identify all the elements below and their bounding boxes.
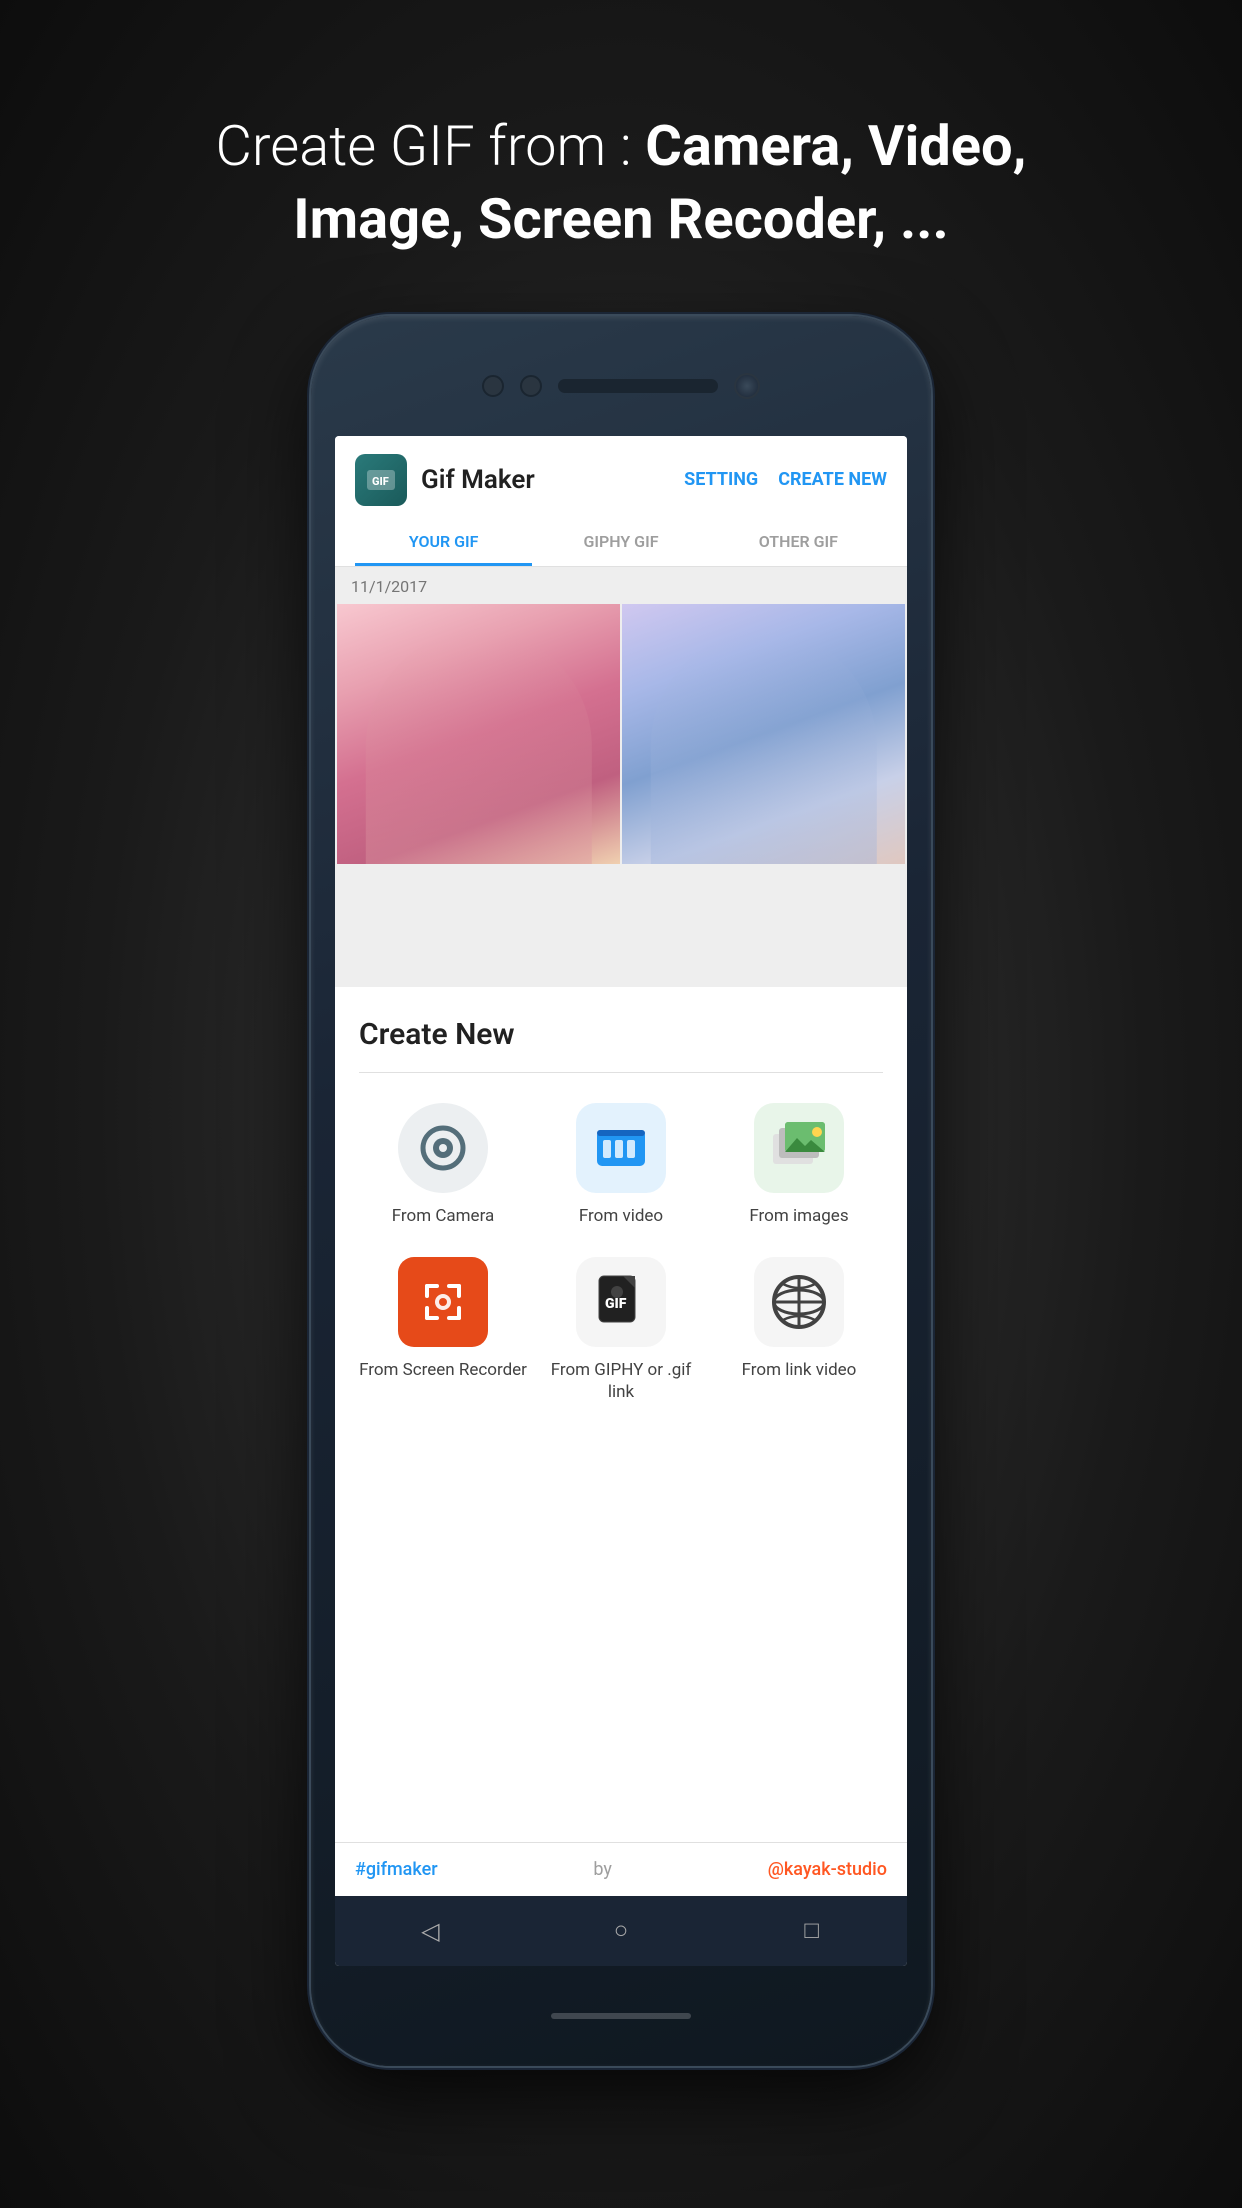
headline-text-1: Create GIF from :: [216, 113, 646, 179]
options-grid: From Camera From video: [359, 1103, 883, 1403]
panel-divider: [359, 1072, 883, 1073]
camera-icon: [416, 1121, 470, 1175]
create-new-panel: Create New From Camera: [335, 987, 907, 1842]
option-video[interactable]: From video: [537, 1103, 705, 1227]
option-camera[interactable]: From Camera: [359, 1103, 527, 1227]
gif-preview-2: [650, 630, 876, 864]
video-icon: [593, 1120, 649, 1176]
screen-recorder-icon-bg: [398, 1257, 488, 1347]
tab-bar: YOUR GIF GIPHY GIF OTHER GIF: [355, 520, 887, 566]
giphy-icon: GIF: [591, 1272, 651, 1332]
phone-bottom-bezel: [311, 1966, 931, 2066]
camera-icon-bg: [398, 1103, 488, 1193]
app-logo: GIF: [355, 454, 407, 506]
screen-recorder-icon: [415, 1274, 471, 1330]
headline: Create GIF from : Camera, Video, Image, …: [171, 110, 1071, 256]
camera-label: From Camera: [392, 1205, 495, 1227]
tab-giphy-gif[interactable]: GIPHY GIF: [532, 520, 709, 566]
giphy-icon-bg: GIF: [576, 1257, 666, 1347]
date-label: 11/1/2017: [335, 567, 907, 604]
studio-link: @kayak-studio: [768, 1859, 887, 1880]
screen-recorder-label: From Screen Recorder: [359, 1359, 527, 1381]
footer-bar: #gifmaker by @kayak-studio: [335, 1842, 907, 1896]
gif-thumbnail-2[interactable]: [622, 604, 905, 864]
gif-grid: [335, 604, 907, 864]
camera-dot-left: [482, 375, 504, 397]
headline-text-3: Image, Screen Recoder, ...: [293, 186, 949, 252]
back-nav-icon[interactable]: ◁: [412, 1913, 448, 1949]
link-video-icon-bg: [754, 1257, 844, 1347]
video-label: From video: [579, 1205, 663, 1227]
link-video-icon: [769, 1272, 829, 1332]
by-text: by: [593, 1859, 612, 1880]
images-icon-bg: [754, 1103, 844, 1193]
images-label: From images: [749, 1205, 848, 1227]
svg-text:GIF: GIF: [605, 1296, 627, 1312]
hashtag-text: #gifmaker: [355, 1859, 438, 1880]
nav-bar: ◁ ○ □: [335, 1896, 907, 1966]
option-link-video[interactable]: From link video: [715, 1257, 883, 1403]
video-icon-bg: [576, 1103, 666, 1193]
create-new-title: Create New: [359, 1017, 883, 1052]
gif-thumbnail-1[interactable]: [337, 604, 620, 864]
headline-text-2: Camera, Video,: [645, 113, 1026, 179]
recents-nav-icon[interactable]: □: [794, 1913, 830, 1949]
app-header: GIF Gif Maker SETTING CREATE NEW YOUR GI…: [335, 436, 907, 567]
option-screen-recorder[interactable]: From Screen Recorder: [359, 1257, 527, 1403]
svg-text:GIF: GIF: [372, 475, 389, 488]
phone-top-bezel: [311, 316, 931, 436]
app-header-top: GIF Gif Maker SETTING CREATE NEW: [355, 454, 887, 506]
speaker-grille: [558, 379, 718, 393]
gif-gallery: 11/1/2017: [335, 567, 907, 987]
link-video-label: From link video: [742, 1359, 857, 1381]
tab-your-gif[interactable]: YOUR GIF: [355, 520, 532, 566]
create-new-button[interactable]: CREATE NEW: [778, 469, 887, 490]
tab-other-gif[interactable]: OTHER GIF: [710, 520, 887, 566]
phone-device: GIF Gif Maker SETTING CREATE NEW YOUR GI…: [311, 316, 931, 2066]
gif-preview-1: [365, 630, 591, 864]
phone-screen: GIF Gif Maker SETTING CREATE NEW YOUR GI…: [335, 436, 907, 1966]
home-indicator: [551, 2013, 691, 2019]
front-camera: [734, 373, 760, 399]
app-title: Gif Maker: [421, 465, 664, 495]
option-images[interactable]: From images: [715, 1103, 883, 1227]
option-giphy[interactable]: GIF From GIPHY or .gif link: [537, 1257, 705, 1403]
home-nav-icon[interactable]: ○: [603, 1913, 639, 1949]
giphy-label: From GIPHY or .gif link: [537, 1359, 705, 1403]
camera-dot-right: [520, 375, 542, 397]
setting-button[interactable]: SETTING: [684, 469, 758, 490]
images-icon: [769, 1118, 829, 1178]
